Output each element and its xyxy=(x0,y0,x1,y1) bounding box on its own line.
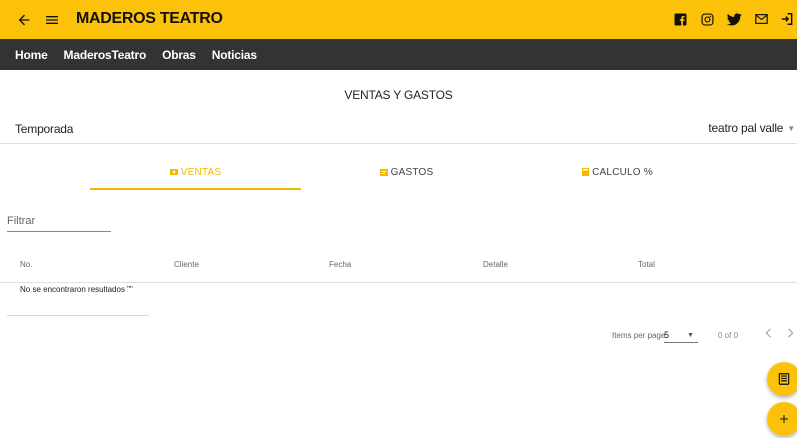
season-select-value: teatro pal valle xyxy=(708,121,784,135)
range-label: 0 of 0 xyxy=(718,331,739,340)
column-header-fecha[interactable]: Fecha xyxy=(329,260,351,269)
filter-input[interactable] xyxy=(7,211,111,232)
page-size-select[interactable]: 5 ▼ xyxy=(664,328,698,343)
table-header: No. Cliente Fecha Detalle Total xyxy=(0,260,797,274)
main-navbar: Home MaderosTeatro Obras Noticias xyxy=(0,39,797,70)
report-icon xyxy=(778,373,790,385)
report-fab[interactable] xyxy=(767,362,797,396)
twitter-button[interactable] xyxy=(724,9,744,29)
column-header-total[interactable]: Total xyxy=(638,260,655,269)
receipt-icon xyxy=(379,168,388,176)
arrow-left-icon xyxy=(18,14,30,26)
email-icon xyxy=(754,14,768,24)
tab-calculo[interactable]: CALCULO % xyxy=(512,156,723,188)
divider xyxy=(0,143,797,144)
app-title: MADEROS TEATRO xyxy=(76,10,223,27)
column-header-detalle[interactable]: Detalle xyxy=(483,260,508,269)
tab-ventas[interactable]: VENTAS xyxy=(90,156,301,188)
logout-icon xyxy=(781,13,793,25)
tab-ventas-label: VENTAS xyxy=(180,166,222,178)
menu-button[interactable] xyxy=(41,9,63,31)
back-button[interactable] xyxy=(13,9,35,31)
page-title: VENTAS Y GASTOS xyxy=(344,88,453,102)
facebook-icon xyxy=(674,13,686,25)
empty-message: No se encontraron resultados "" xyxy=(20,285,133,294)
tab-group: VENTAS GASTOS CALCULO % xyxy=(0,156,797,190)
tab-calculo-label: CALCULO % xyxy=(592,166,653,178)
email-button[interactable] xyxy=(751,9,771,29)
calculator-icon xyxy=(582,168,590,176)
divider xyxy=(7,315,149,316)
column-header-no[interactable]: No. xyxy=(20,260,32,269)
money-icon xyxy=(169,169,178,175)
nav-home[interactable]: Home xyxy=(15,48,48,62)
facebook-button[interactable] xyxy=(670,9,690,29)
dropdown-arrow-icon: ▼ xyxy=(787,123,795,133)
instagram-icon xyxy=(700,12,714,26)
chevron-left-icon xyxy=(765,328,771,338)
table-divider xyxy=(0,282,797,283)
twitter-icon xyxy=(726,12,742,25)
chevron-right-icon xyxy=(788,328,794,338)
column-header-cliente[interactable]: Cliente xyxy=(174,260,199,269)
dropdown-arrow-icon: ▼ xyxy=(687,331,694,339)
add-fab[interactable] xyxy=(767,402,797,436)
season-select[interactable]: teatro pal valle ▼ xyxy=(708,121,795,135)
nav-obras[interactable]: Obras xyxy=(162,48,196,62)
nav-maderosteatro[interactable]: MaderosTeatro xyxy=(64,48,147,62)
instagram-button[interactable] xyxy=(697,9,717,29)
active-tab-indicator xyxy=(90,188,301,190)
previous-page-button[interactable] xyxy=(760,325,776,341)
season-label: Temporada xyxy=(15,122,74,136)
hamburger-menu-icon xyxy=(46,16,58,24)
next-page-button[interactable] xyxy=(783,325,797,341)
app-toolbar: MADEROS TEATRO xyxy=(0,0,797,39)
logout-button[interactable] xyxy=(777,9,797,29)
tab-gastos[interactable]: GASTOS xyxy=(301,156,512,188)
nav-noticias[interactable]: Noticias xyxy=(212,48,257,62)
page-size-value: 5 xyxy=(664,330,670,340)
items-per-page-label: Items per page: xyxy=(612,331,668,340)
plus-icon xyxy=(780,415,788,423)
tab-gastos-label: GASTOS xyxy=(390,166,434,178)
